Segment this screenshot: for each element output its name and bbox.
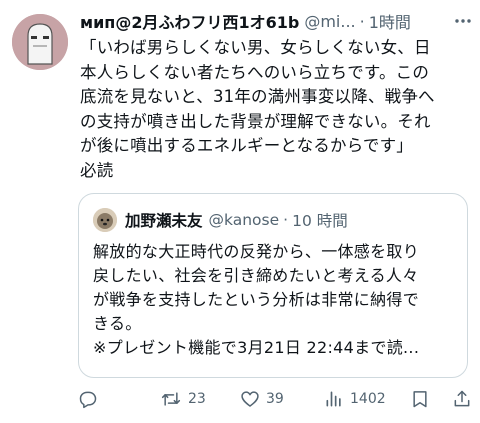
quoted-time: 10 時間: [292, 212, 348, 230]
quoted-text-line: ※プレゼント機能で3月21日 22:44まで読...: [93, 338, 420, 357]
retweet-button[interactable]: 23: [160, 386, 206, 412]
more-icon: [455, 19, 471, 23]
view-count: 1402: [350, 391, 386, 407]
like-button[interactable]: 39: [240, 386, 284, 412]
quoted-avatar[interactable]: [93, 208, 117, 232]
action-bar: 23 39 1402: [78, 386, 474, 412]
quoted-post-header: 加野瀬未友 @kanose · 10 時間: [93, 207, 348, 233]
post-text-line: の支持が噴き出した背景が理解できない。それ: [80, 111, 431, 131]
post-text-line: 底流を見ないと、31年の満州事変以降、戦争へ: [80, 87, 435, 106]
avatar[interactable]: [12, 14, 68, 70]
quoted-text-line: きる。: [93, 314, 142, 333]
author-name[interactable]: мип@2月ふわフリ西1オ61b: [80, 9, 299, 33]
post-text-line: 「いわば男らしくない男、女らしくない女、日: [80, 38, 431, 57]
quoted-text-line: が戦争を支持したという分析は非常に納得で: [93, 290, 420, 309]
share-icon: [454, 390, 470, 407]
post-text-line: 必読: [80, 160, 114, 180]
like-count: 39: [266, 391, 284, 407]
quoted-text-line: 解放的な大正時代の反発から、一体感を取り: [93, 242, 420, 261]
bookmark-icon: [413, 391, 427, 408]
reply-button[interactable]: [78, 386, 104, 412]
quoted-avatar-image: [93, 208, 117, 232]
quoted-author-name: 加野瀬未友: [125, 212, 203, 230]
post-header: мип@2月ふわフリ西1オ61b @mi... · 1時間: [80, 8, 452, 34]
quoted-author-handle: @kanose: [208, 211, 280, 229]
views-icon: [326, 391, 341, 407]
retweet-count: 23: [188, 391, 206, 407]
more-button[interactable]: [452, 8, 474, 34]
post-text-line: 本人らしくない者たちへのいら立ちです。この: [80, 62, 430, 82]
share-button[interactable]: [452, 386, 472, 412]
quoted-post[interactable]: 加野瀬未友 @kanose · 10 時間 解放的な大正時代の反発から、一体感を…: [78, 193, 468, 378]
avatar-image: [12, 14, 68, 70]
post-text-line: が後に噴出するエネルギーとなるからです」: [80, 136, 414, 155]
reply-icon: [79, 391, 97, 409]
quoted-text-line: 戻したい、社会を引き締めたいと考える人々: [93, 266, 419, 285]
post-text: 「いわば男らしくない男、女らしくない女、日 本人らしくない者たちへのいら立ちです…: [80, 36, 470, 183]
quoted-post-text: 解放的な大正時代の反発から、一体感を取り 戻したい、社会を引き締めたいと考える人…: [93, 240, 463, 360]
separator: ·: [359, 11, 365, 31]
bookmark-button[interactable]: [410, 386, 430, 412]
heart-icon: [241, 391, 259, 407]
retweet-icon: [161, 392, 181, 406]
post-time[interactable]: 1時間: [369, 9, 411, 33]
separator: ·: [283, 211, 289, 229]
views-button[interactable]: 1402: [324, 386, 386, 412]
author-handle[interactable]: @mi...: [304, 12, 355, 31]
